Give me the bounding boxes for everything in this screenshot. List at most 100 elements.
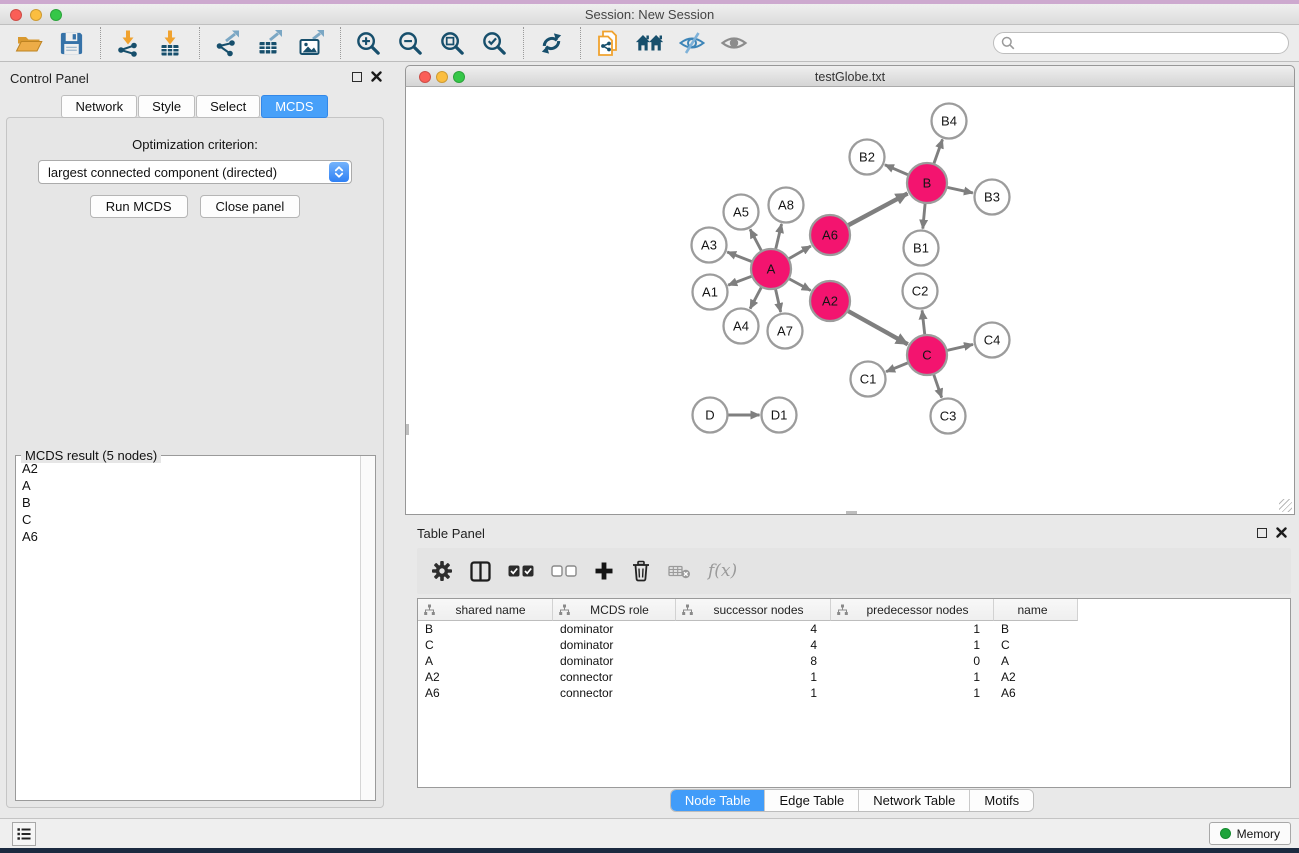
cell-predecessor-nodes: 1 bbox=[831, 685, 994, 701]
graph-node-label-B4: B4 bbox=[941, 114, 957, 129]
export-table-button[interactable] bbox=[254, 28, 284, 58]
tab-edge-table[interactable]: Edge Table bbox=[765, 790, 859, 811]
show-graphics-details-button[interactable] bbox=[719, 28, 749, 58]
table-tabs: Node Table Edge Table Network Table Moti… bbox=[405, 789, 1299, 812]
zoom-out-icon bbox=[397, 30, 424, 57]
export-network-button[interactable] bbox=[212, 28, 242, 58]
column-header-name[interactable]: name bbox=[994, 599, 1078, 621]
graph-node-label-C2: C2 bbox=[912, 284, 929, 299]
tab-mcds[interactable]: MCDS bbox=[261, 95, 327, 118]
optimization-criterion-label: Optimization criterion: bbox=[7, 137, 383, 152]
cell-successor-nodes: 1 bbox=[676, 685, 831, 701]
result-scrollbar[interactable] bbox=[360, 456, 375, 800]
tab-style[interactable]: Style bbox=[138, 95, 195, 118]
tree-icon bbox=[424, 604, 435, 615]
network-canvas[interactable]: AA1A2A3A4A5A6A7A8BB1B2B3B4CC1C2C3C4DD1 bbox=[405, 87, 1295, 515]
close-panel-button[interactable]: Close panel bbox=[200, 195, 301, 218]
table-row[interactable]: A dominator 8 0 A bbox=[418, 653, 1290, 669]
table-row[interactable]: B dominator 4 1 B bbox=[418, 621, 1290, 637]
tab-network-table[interactable]: Network Table bbox=[859, 790, 970, 811]
search-field[interactable] bbox=[993, 32, 1289, 54]
homes-button[interactable] bbox=[635, 28, 665, 58]
network-window-titlebar[interactable]: testGlobe.txt bbox=[405, 65, 1295, 87]
window-title: Session: New Session bbox=[0, 7, 1299, 22]
result-item[interactable]: A2 bbox=[16, 460, 360, 477]
network-vscroll-thumb[interactable] bbox=[406, 424, 409, 435]
add-column-button[interactable] bbox=[594, 556, 614, 586]
function-builder-button[interactable]: f(x) bbox=[708, 556, 737, 586]
table-settings-button[interactable] bbox=[431, 556, 453, 586]
save-session-button[interactable] bbox=[56, 28, 86, 58]
tab-motifs[interactable]: Motifs bbox=[970, 790, 1033, 811]
float-panel-icon[interactable] bbox=[1257, 528, 1267, 538]
main-toolbar bbox=[0, 25, 1299, 62]
copy-network-view-button[interactable] bbox=[593, 28, 623, 58]
open-folder-icon bbox=[15, 29, 43, 57]
float-panel-icon[interactable] bbox=[352, 72, 362, 82]
table-panel: Table Panel bbox=[405, 520, 1299, 816]
cell-name: B bbox=[994, 621, 1078, 637]
import-network-button[interactable] bbox=[113, 28, 143, 58]
refresh-view-button[interactable] bbox=[536, 28, 566, 58]
task-history-button[interactable] bbox=[12, 822, 36, 846]
run-mcds-button[interactable]: Run MCDS bbox=[90, 195, 188, 218]
cell-mcds-role: dominator bbox=[553, 621, 676, 637]
toolbar-separator bbox=[199, 27, 200, 59]
column-header-successor-nodes[interactable]: successor nodes bbox=[676, 599, 831, 621]
tab-network[interactable]: Network bbox=[61, 95, 137, 118]
close-panel-icon[interactable] bbox=[371, 71, 382, 82]
table-row[interactable]: A2 connector 1 1 A2 bbox=[418, 669, 1290, 685]
close-panel-icon[interactable] bbox=[1276, 527, 1287, 538]
zoom-selected-button[interactable] bbox=[479, 28, 509, 58]
memory-button[interactable]: Memory bbox=[1209, 822, 1291, 845]
zoom-fit-button[interactable] bbox=[437, 28, 467, 58]
result-item[interactable]: A6 bbox=[16, 528, 360, 545]
memory-status-icon bbox=[1220, 828, 1231, 839]
result-item[interactable]: A bbox=[16, 477, 360, 494]
column-header-mcds-role[interactable]: MCDS role bbox=[553, 599, 676, 621]
table-row[interactable]: C dominator 4 1 C bbox=[418, 637, 1290, 653]
table-panel-title: Table Panel bbox=[417, 526, 485, 541]
result-item[interactable]: B bbox=[16, 494, 360, 511]
toolbar-separator bbox=[580, 27, 581, 59]
select-all-button[interactable] bbox=[508, 556, 534, 586]
table-row[interactable]: A6 connector 1 1 A6 bbox=[418, 685, 1290, 701]
export-image-button[interactable] bbox=[296, 28, 326, 58]
cell-mcds-role: connector bbox=[553, 669, 676, 685]
search-input[interactable] bbox=[1015, 34, 1288, 52]
resize-grip[interactable] bbox=[1279, 499, 1292, 512]
cell-predecessor-nodes: 1 bbox=[831, 637, 994, 653]
import-table-button[interactable] bbox=[155, 28, 185, 58]
table-toolbar: f(x) bbox=[417, 548, 1291, 594]
zoom-in-button[interactable] bbox=[353, 28, 383, 58]
network-window-title: testGlobe.txt bbox=[406, 70, 1294, 84]
graph-node-label-D: D bbox=[705, 408, 714, 423]
network-hscroll-thumb[interactable] bbox=[846, 511, 857, 514]
graph-node-label-A7: A7 bbox=[777, 324, 793, 339]
cytoscape-app: Session: New Session bbox=[0, 0, 1299, 853]
deselect-all-button[interactable] bbox=[551, 556, 577, 586]
export-network-icon bbox=[213, 29, 241, 57]
columns-icon bbox=[470, 561, 491, 582]
tab-select[interactable]: Select bbox=[196, 95, 260, 118]
zoom-out-button[interactable] bbox=[395, 28, 425, 58]
graph-node-label-A3: A3 bbox=[701, 238, 717, 253]
graph-node-label-A4: A4 bbox=[733, 319, 749, 334]
column-header-shared-name[interactable]: shared name bbox=[418, 599, 553, 621]
trash-icon bbox=[631, 560, 651, 582]
cell-predecessor-nodes: 1 bbox=[831, 669, 994, 685]
delete-table-button[interactable] bbox=[668, 556, 691, 586]
tab-node-table[interactable]: Node Table bbox=[671, 790, 766, 811]
result-item[interactable]: C bbox=[16, 511, 360, 528]
delete-column-button[interactable] bbox=[631, 556, 651, 586]
hide-graphics-details-button[interactable] bbox=[677, 28, 707, 58]
main-titlebar[interactable]: Session: New Session bbox=[0, 4, 1299, 25]
show-columns-button[interactable] bbox=[470, 556, 491, 586]
open-file-button[interactable] bbox=[14, 28, 44, 58]
zoom-selected-icon bbox=[481, 30, 508, 57]
network-graph[interactable]: AA1A2A3A4A5A6A7A8BB1B2B3B4CC1C2C3C4DD1 bbox=[406, 87, 1294, 513]
cell-shared-name: B bbox=[418, 621, 553, 637]
zoom-in-icon bbox=[355, 30, 382, 57]
column-header-predecessor-nodes[interactable]: predecessor nodes bbox=[831, 599, 994, 621]
optimization-criterion-select[interactable]: largest connected component (directed) bbox=[38, 160, 352, 184]
